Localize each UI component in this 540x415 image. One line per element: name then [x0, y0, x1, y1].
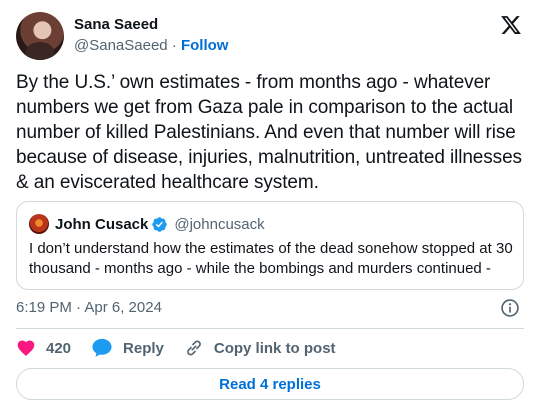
reply-label: Reply	[123, 339, 164, 357]
heart-icon	[17, 340, 35, 356]
like-button[interactable]: 420	[16, 338, 71, 358]
divider	[16, 328, 524, 329]
author-handle[interactable]: @SanaSaeed	[74, 37, 168, 54]
quoted-author-name: John Cusack	[55, 215, 149, 233]
author-name[interactable]: Sana Saeed	[74, 15, 228, 35]
action-bar: 420 Reply Copy link to post	[16, 338, 356, 358]
x-logo-icon[interactable]	[500, 14, 522, 36]
tweet-text: By the U.S.’ own estimates - from months…	[16, 72, 522, 193]
link-icon	[187, 340, 201, 356]
verified-badge-icon	[152, 216, 168, 232]
quoted-tweet-header: John Cusack @johncusack	[29, 214, 265, 234]
handle-separator: ·	[171, 37, 177, 54]
quoted-author-handle: @johncusack	[174, 215, 265, 233]
quoted-tweet[interactable]: John Cusack @johncusack I don’t understa…	[16, 201, 524, 290]
copy-link-button[interactable]: Copy link to post	[184, 338, 336, 358]
quoted-tweet-text: I don’t understand how the estimates of …	[29, 240, 513, 277]
read-replies-button[interactable]: Read 4 replies	[16, 368, 524, 400]
tweet-header: Sana Saeed @SanaSaeed · Follow	[16, 12, 524, 60]
reply-bubble-icon	[92, 338, 112, 357]
quoted-author-avatar	[29, 214, 49, 234]
author-avatar[interactable]	[16, 12, 64, 60]
tweet-embed-card: Sana Saeed @SanaSaeed · Follow By the U.…	[0, 0, 540, 415]
like-count: 420	[46, 339, 72, 357]
tweet-timestamp[interactable]: 6:19 PM · Apr 6, 2024	[16, 298, 162, 318]
author-info: Sana Saeed @SanaSaeed · Follow	[74, 15, 228, 56]
info-icon[interactable]	[500, 298, 520, 318]
reply-button[interactable]: Reply	[91, 338, 164, 358]
author-handle-line: @SanaSaeed · Follow	[74, 36, 228, 56]
copy-link-label: Copy link to post	[213, 339, 336, 357]
follow-button[interactable]: Follow	[181, 37, 229, 54]
